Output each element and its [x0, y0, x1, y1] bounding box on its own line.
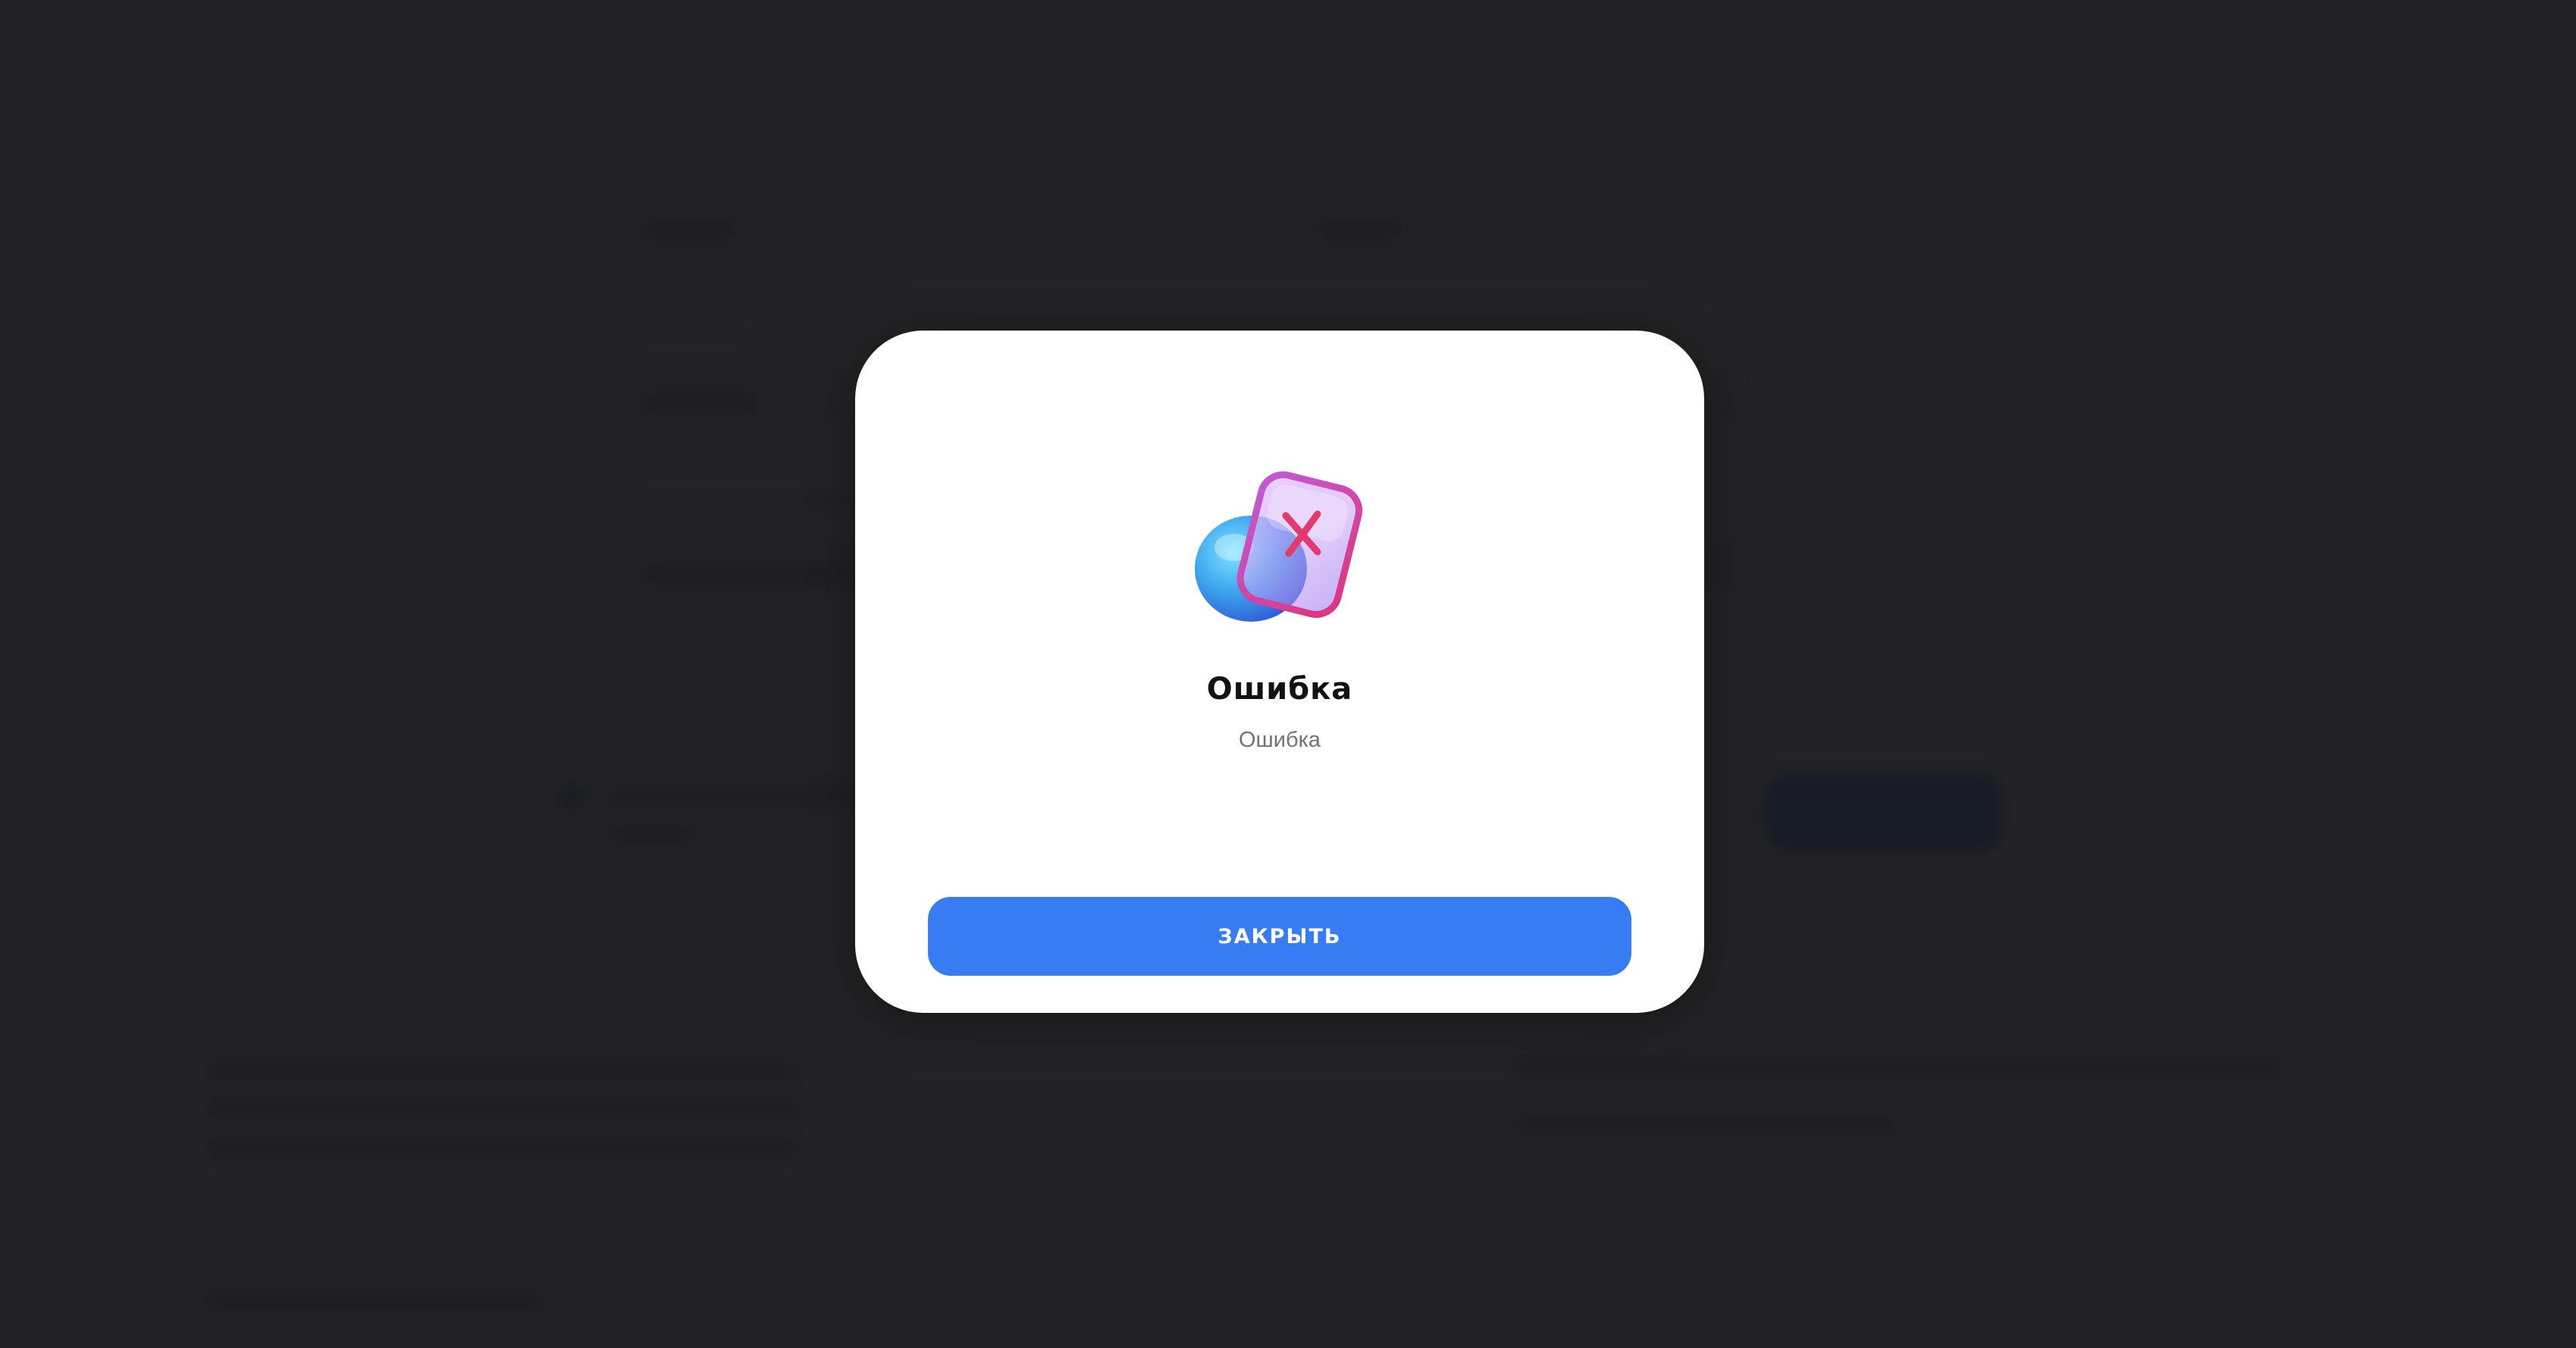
page: Ошибка Ошибка ЗАКРЫТЬ — [0, 0, 2576, 1348]
dialog-message: Ошибка — [1238, 728, 1321, 752]
error-cross-icon — [1189, 464, 1371, 631]
dialog-title: Ошибка — [1206, 672, 1353, 707]
error-dialog: Ошибка Ошибка ЗАКРЫТЬ — [855, 331, 1704, 1013]
close-button[interactable]: ЗАКРЫТЬ — [928, 897, 1631, 976]
